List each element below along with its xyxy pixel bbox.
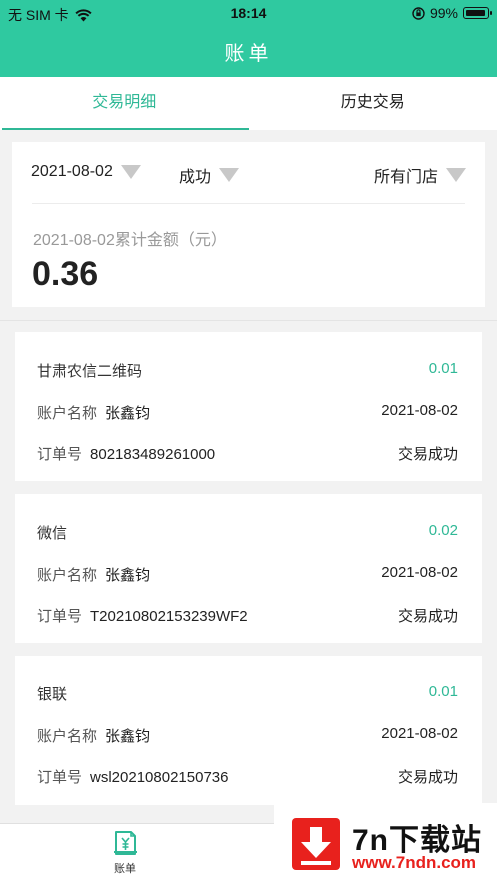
txn-order-label: 订单号 (37, 446, 83, 463)
txn-account-label: 账户名称 (37, 405, 98, 422)
bottom-tab-bill-label: 账单 (114, 863, 136, 875)
battery-level (465, 9, 486, 16)
txn-order-no: 802183489261000 (90, 446, 216, 463)
txn-channel: 银联 (37, 686, 68, 703)
dropdown-triangle-icon (446, 168, 466, 182)
download-arrow-icon (292, 818, 340, 870)
status-right-group: 99% (412, 5, 492, 21)
txn-status: 交易成功 (397, 608, 458, 625)
cumulative-amount-label: 2021-08-02累计金额（元） (33, 232, 227, 249)
orientation-lock-icon (412, 6, 425, 20)
bottom-tab-bill[interactable]: 账单 (95, 829, 155, 876)
txn-amount: 0.02 (428, 522, 458, 539)
page-title: 账单 (224, 43, 273, 65)
txn-date: 2021-08-02 (381, 402, 458, 419)
date-filter-value: 2021-08-02 (31, 163, 113, 180)
battery-percent: 99% (429, 5, 458, 21)
txn-account-label: 账户名称 (37, 728, 98, 745)
status-filter[interactable]: 成功 (179, 163, 240, 187)
txn-order-label: 订单号 (37, 608, 83, 625)
txn-date: 2021-08-02 (381, 564, 458, 581)
status-filter-value: 成功 (179, 169, 212, 186)
txn-status: 交易成功 (397, 446, 458, 463)
tab-bar: 交易明细 历史交易 (0, 77, 497, 130)
section-divider (0, 320, 497, 321)
filter-row: 2021-08-02 成功 所有门店 (12, 142, 485, 204)
txn-amount: 0.01 (428, 360, 458, 377)
watermark-overlay: 7n下载站 www.7ndn.com (274, 803, 497, 883)
filter-summary-card: 2021-08-02 成功 所有门店 2021-08-02累计金额（元） 0.3… (12, 142, 485, 307)
txn-channel: 微信 (37, 525, 68, 542)
txn-order-no: wsl20210802150736 (90, 769, 229, 786)
txn-order-no: T20210802153239WF2 (90, 608, 248, 625)
txn-account-name: 张鑫钧 (105, 567, 151, 584)
txn-account-name: 张鑫钧 (105, 405, 151, 422)
txn-amount: 0.01 (428, 683, 458, 700)
nav-bar: 账单 (0, 26, 497, 77)
watermark-url: www.7ndn.com (352, 853, 477, 872)
transaction-card[interactable]: 甘肃农信二维码 0.01 账户名称 张鑫钧 2021-08-02 订单号 8021834… (15, 332, 482, 481)
tab-transaction-details[interactable]: 交易明细 (0, 77, 249, 130)
txn-account-label: 账户名称 (37, 567, 98, 584)
tab-history[interactable]: 历史交易 (249, 77, 497, 130)
cumulative-amount-value: 0.36 (32, 255, 99, 293)
dropdown-triangle-icon (120, 165, 141, 179)
divider (32, 203, 465, 204)
txn-status: 交易成功 (397, 769, 458, 786)
dropdown-triangle-icon (219, 168, 240, 182)
txn-account-name: 张鑫钧 (105, 728, 151, 745)
transaction-card[interactable]: 银联 0.01 账户名称 张鑫钧 2021-08-02 订单号 wsl202108021… (15, 656, 482, 805)
store-filter[interactable]: 所有门店 (374, 163, 466, 187)
battery-icon (463, 7, 492, 19)
txn-channel: 甘肃农信二维码 (37, 363, 143, 380)
txn-date: 2021-08-02 (381, 725, 458, 742)
transaction-card[interactable]: 微信 0.02 账户名称 张鑫钧 2021-08-02 订单号 T20210802153… (15, 494, 482, 643)
txn-order-label: 订单号 (37, 769, 83, 786)
bill-icon (114, 831, 137, 855)
status-bar: 无 SIM 卡 18:14 99% (0, 0, 497, 26)
store-filter-value: 所有门店 (373, 169, 438, 186)
date-filter[interactable]: 2021-08-02 (31, 163, 141, 181)
